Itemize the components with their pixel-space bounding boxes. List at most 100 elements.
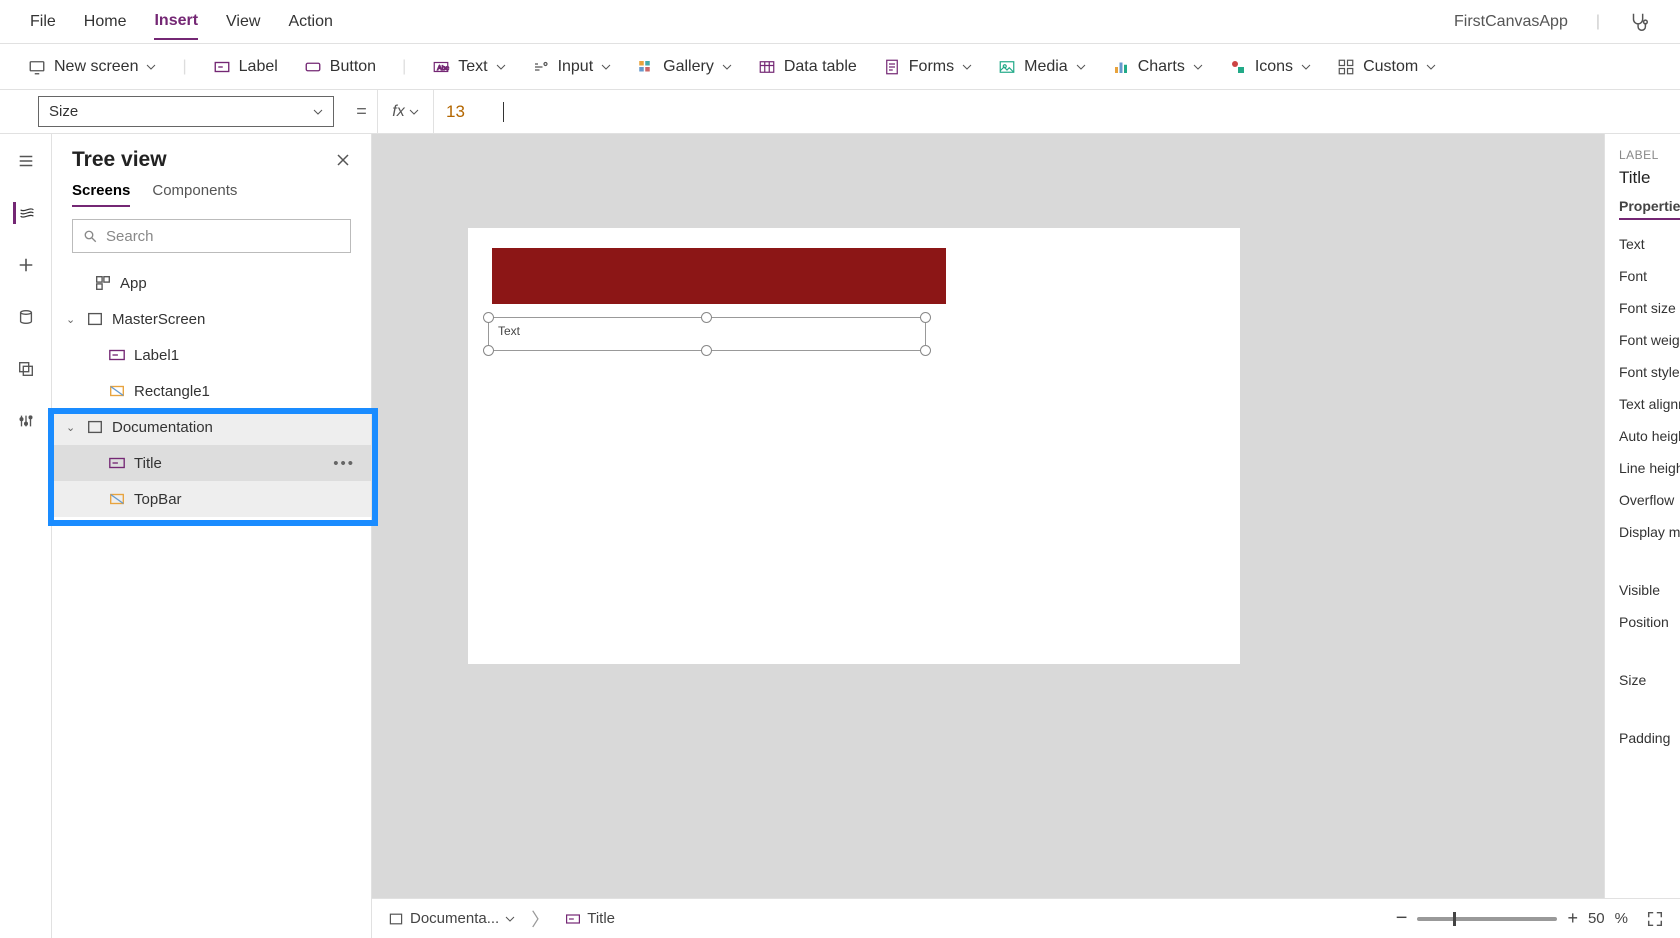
label-icon: [565, 911, 581, 927]
tree-item-topbar[interactable]: TopBar: [52, 481, 371, 517]
menu-view[interactable]: View: [226, 5, 260, 39]
zoom-controls: − + 50 %: [1396, 907, 1664, 930]
tree-app[interactable]: App: [52, 265, 371, 301]
prop-font-style[interactable]: Font style: [1619, 364, 1680, 380]
prop-visible[interactable]: Visible: [1619, 582, 1680, 598]
control-name: Title: [1619, 168, 1680, 188]
tree-list: App ⌄ MasterScreen Label1 Rectangle1 ⌄ D…: [52, 265, 371, 938]
table-icon: [758, 58, 776, 76]
menu-bar: File Home Insert View Action FirstCanvas…: [0, 0, 1680, 44]
property-dropdown[interactable]: Size: [38, 96, 334, 127]
insert-ribbon: New screen | Label Button | Abc Text Inp…: [0, 44, 1680, 90]
text-icon: Abc: [432, 58, 450, 76]
chevron-down-icon: [1193, 62, 1203, 72]
close-icon[interactable]: [335, 152, 351, 168]
more-icon[interactable]: •••: [333, 455, 355, 472]
menu-home[interactable]: Home: [84, 5, 127, 39]
prop-font[interactable]: Font: [1619, 268, 1680, 284]
breadcrumb-screen[interactable]: Documenta...: [388, 910, 515, 927]
data-icon[interactable]: [15, 306, 37, 328]
prop-font-weight[interactable]: Font weight: [1619, 332, 1680, 348]
charts-dropdown[interactable]: Charts: [1112, 58, 1203, 76]
chevron-down-icon: [962, 62, 972, 72]
zoom-value: 50: [1588, 910, 1605, 927]
prop-display-mode[interactable]: Display mod: [1619, 524, 1680, 540]
chevron-down-icon: [146, 62, 156, 72]
shapes-icon: [1229, 58, 1247, 76]
canvas-area[interactable]: Text: [372, 134, 1604, 938]
prop-text-align[interactable]: Text alignme: [1619, 396, 1680, 412]
new-screen-button[interactable]: New screen: [28, 58, 156, 76]
search-icon: [83, 229, 98, 244]
tab-screens[interactable]: Screens: [72, 182, 130, 207]
button-icon: [304, 58, 322, 76]
chevron-down-icon: [505, 914, 515, 924]
media-dropdown[interactable]: Media: [998, 58, 1086, 76]
zoom-slider[interactable]: [1417, 917, 1557, 921]
prop-size[interactable]: Size: [1619, 672, 1680, 688]
tree-item-rectangle1[interactable]: Rectangle1: [52, 373, 371, 409]
custom-dropdown[interactable]: Custom: [1337, 58, 1436, 76]
breadcrumb-separator: 〉: [531, 906, 549, 932]
prop-auto-height[interactable]: Auto height: [1619, 428, 1680, 444]
rect-icon: [108, 382, 126, 400]
media-rail-icon[interactable]: [15, 358, 37, 380]
app-name: FirstCanvasApp: [1454, 13, 1568, 31]
tree-screen-documentation[interactable]: ⌄ Documentation: [52, 409, 371, 445]
menu-action[interactable]: Action: [288, 5, 332, 39]
label-icon: [108, 346, 126, 364]
prop-font-size[interactable]: Font size: [1619, 300, 1680, 316]
canvas[interactable]: Text: [468, 228, 1240, 664]
canvas-title-label[interactable]: Text: [492, 320, 926, 350]
prop-line-height[interactable]: Line height: [1619, 460, 1680, 476]
prop-position[interactable]: Position: [1619, 614, 1680, 630]
label-button[interactable]: Label: [213, 58, 278, 76]
prop-text[interactable]: Text: [1619, 236, 1680, 252]
media-icon: [998, 58, 1016, 76]
menu-file[interactable]: File: [30, 5, 56, 39]
tree-item-label1[interactable]: Label1: [52, 337, 371, 373]
formula-bar: Size = fx 13: [0, 90, 1680, 134]
icons-dropdown[interactable]: Icons: [1229, 58, 1311, 76]
text-dropdown[interactable]: Abc Text: [432, 58, 505, 76]
tree-item-title[interactable]: Title •••: [52, 445, 371, 481]
zoom-in-button[interactable]: +: [1567, 908, 1578, 929]
stethoscope-icon[interactable]: [1628, 11, 1650, 33]
hamburger-icon[interactable]: [15, 150, 37, 172]
menu-insert[interactable]: Insert: [154, 4, 198, 40]
zoom-out-button[interactable]: −: [1396, 907, 1408, 930]
gallery-dropdown[interactable]: Gallery: [637, 58, 732, 76]
formula-input[interactable]: 13: [434, 90, 1680, 133]
fx-button[interactable]: fx: [378, 90, 434, 133]
svg-text:Abc: Abc: [437, 65, 449, 72]
equals-label: =: [346, 90, 378, 133]
tab-properties[interactable]: Properties: [1619, 198, 1680, 220]
tree-view-panel: Tree view Screens Components Search App …: [52, 134, 372, 938]
data-table-button[interactable]: Data table: [758, 58, 857, 76]
tab-components[interactable]: Components: [152, 182, 237, 207]
status-bar: Documenta... 〉 Title − + 50 %: [372, 898, 1680, 938]
gallery-icon: [637, 58, 655, 76]
fit-icon[interactable]: [1646, 910, 1664, 928]
screen-icon: [28, 58, 46, 76]
add-icon[interactable]: [15, 254, 37, 276]
tree-screen-masterscreen[interactable]: ⌄ MasterScreen: [52, 301, 371, 337]
input-icon: [532, 58, 550, 76]
breadcrumb-control[interactable]: Title: [565, 910, 615, 927]
input-dropdown[interactable]: Input: [532, 58, 612, 76]
advanced-icon[interactable]: [15, 410, 37, 432]
properties-panel: LABEL Title Properties Text Font Font si…: [1604, 134, 1680, 938]
label-icon: [213, 58, 231, 76]
grid-icon: [1337, 58, 1355, 76]
forms-dropdown[interactable]: Forms: [883, 58, 972, 76]
prop-overflow[interactable]: Overflow: [1619, 492, 1680, 508]
tree-view-icon[interactable]: [13, 202, 35, 224]
chevron-down-icon: [1426, 62, 1436, 72]
button-button[interactable]: Button: [304, 58, 376, 76]
label-icon: [108, 454, 126, 472]
chevron-down-icon: [601, 62, 611, 72]
canvas-topbar-rectangle[interactable]: [492, 248, 946, 304]
prop-padding[interactable]: Padding: [1619, 730, 1680, 746]
search-input[interactable]: Search: [72, 219, 351, 253]
chevron-down-icon: [409, 107, 419, 117]
